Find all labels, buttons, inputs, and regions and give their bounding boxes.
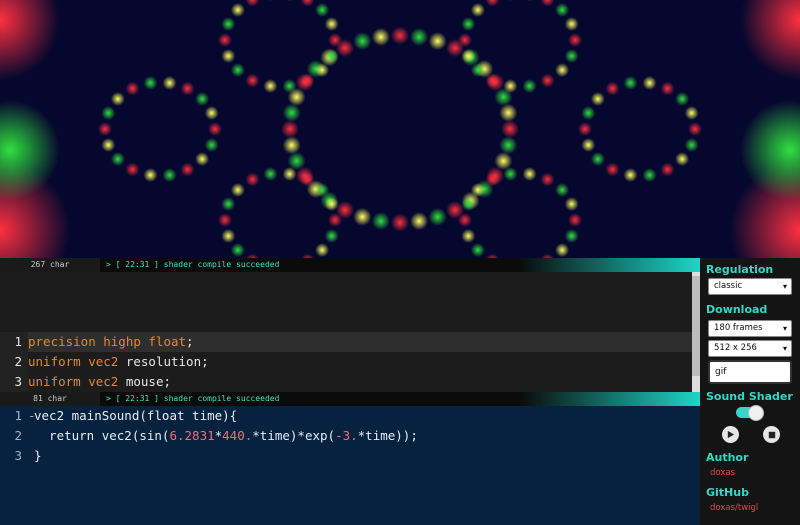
code-line[interactable]: 1 precision highp float;	[0, 332, 692, 352]
author-link[interactable]: doxas	[700, 468, 800, 478]
sound-shader-heading: Sound Shader	[706, 390, 793, 403]
line-number: 3	[0, 372, 28, 392]
code-token: }	[34, 448, 42, 463]
editor-scrollbar[interactable]	[692, 276, 700, 376]
code-text: uniform vec2 resolution;	[28, 352, 692, 372]
frag-status-bar: 267 char > [ 22:31 ] shader compile succ…	[0, 258, 700, 272]
sound-status-bar: 81 char > [ 22:31 ] shader compile succe…	[0, 392, 700, 406]
github-link[interactable]: doxas/twigl	[700, 503, 800, 513]
code-token: return vec2(sin(	[34, 428, 170, 443]
regulation-heading: Regulation	[706, 263, 774, 276]
code-token: *time));	[357, 428, 418, 443]
frames-select[interactable]: 180 frames	[708, 320, 792, 337]
code-token: uniform vec2	[28, 374, 119, 389]
sidebar: Regulation classic Download 180 frames 5…	[700, 258, 800, 525]
code-token: vec2 mainSound(float time){	[34, 408, 238, 423]
play-icon	[727, 430, 735, 439]
frag-char-count: 267 char	[30, 260, 70, 269]
code-line[interactable]: 3}	[0, 446, 700, 466]
size-select[interactable]: 512 x 256	[708, 340, 792, 357]
frag-compile-message: > [ 22:31 ] shader compile succeeded	[100, 258, 700, 272]
code-token: 440.	[222, 428, 253, 443]
regulation-select[interactable]: classic	[708, 278, 792, 295]
code-line[interactable]: 3 uniform vec2 mouse;	[0, 372, 692, 392]
stop-button[interactable]	[763, 426, 780, 443]
code-token: mouse;	[118, 374, 171, 389]
code-token: precision highp float	[28, 334, 187, 349]
code-text: precision highp float;	[28, 332, 692, 352]
sound-shader-editor[interactable]: 1 -vec2 mainSound(float time){2 return ve…	[0, 406, 700, 525]
code-text: }	[28, 446, 700, 466]
code-text: uniform vec2 mouse;	[28, 372, 692, 392]
line-number: 2	[0, 352, 28, 372]
code-token: *time)*exp(	[252, 428, 336, 443]
format-button[interactable]: gif	[708, 360, 792, 384]
code-token: uniform vec2	[28, 354, 119, 369]
github-heading: GitHub	[706, 486, 749, 499]
author-heading: Author	[706, 451, 749, 464]
code-token: -3.	[335, 428, 358, 443]
sound-shader-toggle[interactable]	[736, 405, 764, 421]
code-token: resolution;	[118, 354, 209, 369]
line-number: 1	[0, 332, 28, 352]
code-text: return vec2(sin(6.2831*440.*time)*exp(-3…	[28, 426, 700, 446]
download-heading: Download	[706, 303, 768, 316]
sound-compile-message: > [ 22:31 ] shader compile succeeded	[100, 392, 700, 406]
shader-canvas[interactable]	[0, 0, 800, 258]
code-text: -vec2 mainSound(float time){	[28, 406, 700, 426]
code-line[interactable]: 2 return vec2(sin(6.2831*440.*time)*exp(…	[0, 426, 700, 446]
line-number: 3	[14, 448, 22, 463]
play-button[interactable]	[722, 426, 739, 443]
toggle-knob	[748, 405, 764, 421]
code-line[interactable]: 1 -vec2 mainSound(float time){	[0, 406, 700, 426]
sound-char-count: 81 char	[33, 394, 67, 403]
fractal-render	[0, 0, 800, 258]
fragment-shader-editor[interactable]: 1 precision highp float; 2 uniform vec2 res…	[0, 272, 700, 452]
stop-icon	[768, 431, 775, 438]
code-line[interactable]: 2 uniform vec2 resolution;	[0, 352, 692, 372]
line-number: 1	[14, 408, 22, 423]
code-token: 6.2831	[169, 428, 215, 443]
code-token: ;	[186, 334, 194, 349]
line-number: 2	[14, 428, 22, 443]
